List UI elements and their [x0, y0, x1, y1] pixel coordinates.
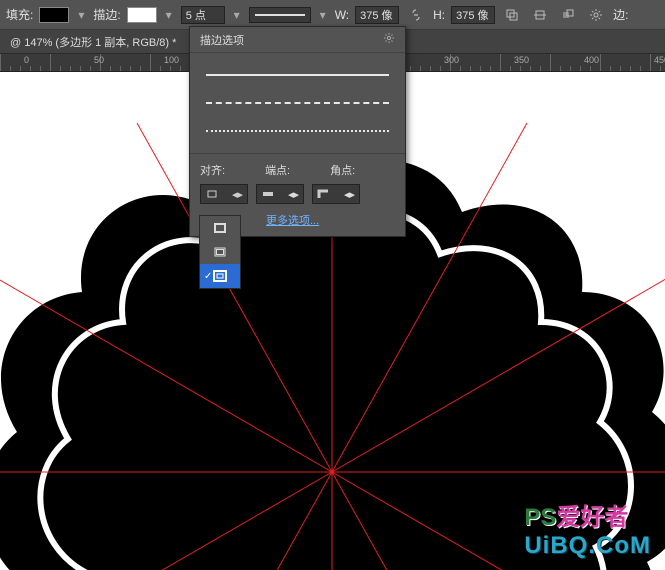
align-select[interactable]: ◂▸ — [200, 184, 248, 204]
watermark-url: UiBQ.CoM — [524, 532, 651, 560]
h-label: H: — [433, 8, 445, 22]
panel-title: 描边选项 — [200, 32, 244, 48]
stroke-label: 描边: — [93, 6, 120, 23]
align-label: 对齐: — [200, 162, 225, 178]
fill-swatch[interactable] — [39, 7, 69, 23]
stroke-style-dotted[interactable] — [200, 117, 395, 145]
align-option-inside[interactable] — [200, 216, 240, 240]
stroke-options-panel: 描边选项 对齐: 端点: 角点: ◂▸ ◂▸ ◂▸ — [189, 26, 406, 237]
stroke-width-input[interactable] — [181, 6, 225, 24]
gear-icon[interactable] — [585, 4, 607, 26]
stroke-style-preview[interactable] — [249, 7, 311, 23]
corner-select[interactable]: ◂▸ — [312, 184, 360, 204]
check-icon: ✓ — [204, 271, 212, 282]
stroke-style-list — [190, 53, 405, 153]
pathfinder-unite-icon[interactable] — [501, 4, 523, 26]
link-wh-icon[interactable] — [405, 4, 427, 26]
fill-dropdown-arrow[interactable]: ▾ — [75, 7, 87, 23]
stroke-dropdown-arrow[interactable]: ▾ — [163, 7, 175, 23]
fill-label: 填充: — [6, 6, 33, 23]
stroke-width-arrow[interactable]: ▾ — [231, 7, 243, 23]
border-label: 边: — [613, 6, 628, 23]
align-edges-icon[interactable] — [529, 4, 551, 26]
stroke-style-arrow[interactable]: ▾ — [317, 7, 329, 23]
corner-label: 角点: — [330, 162, 355, 178]
watermark-title-b: 爱好者 — [556, 504, 628, 531]
watermark-title-a: PS — [524, 504, 556, 531]
chevron-down-icon: ◂▸ — [232, 188, 243, 201]
cap-label: 端点: — [265, 162, 290, 178]
doc-tab-label: @ 147% (多边形 1 副本, RGB/8) * — [10, 34, 176, 50]
arrange-icon[interactable] — [557, 4, 579, 26]
w-label: W: — [335, 8, 349, 22]
panel-menu-gear-icon[interactable] — [383, 32, 395, 47]
height-input[interactable] — [451, 6, 495, 24]
stroke-style-dashed[interactable] — [200, 89, 395, 117]
align-option-center[interactable] — [200, 240, 240, 264]
align-dropdown-list: ✓ — [199, 215, 241, 289]
cap-select[interactable]: ◂▸ — [256, 184, 304, 204]
stroke-swatch[interactable] — [127, 7, 157, 23]
stroke-style-solid[interactable] — [200, 61, 395, 89]
width-input[interactable] — [355, 6, 399, 24]
align-option-outside[interactable]: ✓ — [200, 264, 240, 288]
watermark: PS爱好者 UiBQ.CoM — [524, 497, 651, 560]
